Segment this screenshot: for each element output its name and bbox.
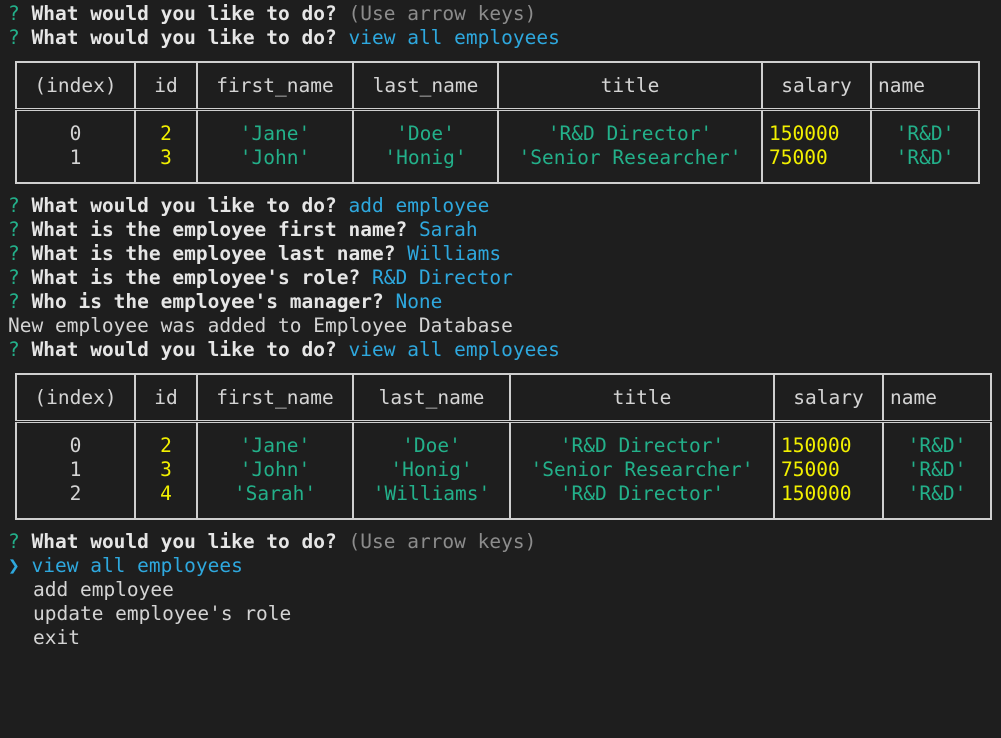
menu-option-label: view all employees [31,554,243,577]
prompt-text: What is the employee last name? [31,242,396,265]
question-mark: ? [8,26,20,49]
prompt-answer: Williams [407,242,502,265]
prompt-answer: Sarah [418,218,478,241]
col-header-salary: salary [761,62,871,111]
prompt-text: What would you like to do? [31,338,337,361]
prompt-hint: (Use arrow keys) [348,2,537,25]
prompt-text: What is the employee's role? [31,266,361,289]
first-name-cells: 'Jane' 'John' [196,109,353,183]
table-body: 0 1 2 2 3 4 'Jane' 'John' 'Sarah' 'Doe' … [16,421,991,519]
prompt-hint: (Use arrow keys) [348,530,537,553]
table-header-row: (index) id first_name last_name title sa… [16,374,991,423]
menu-option-exit[interactable]: exit [8,626,80,650]
question-mark: ? [8,194,20,217]
col-header-index: (index) [16,62,135,111]
col-header-id: id [134,62,197,111]
prompt-line: ? What would you like to do? (Use arrow … [8,2,536,26]
prompt-line: ? Who is the employee's manager? None [8,290,442,314]
index-cells: 0 1 [69,122,82,169]
prompt-text: What would you like to do? [31,2,337,25]
question-mark: ? [8,242,20,265]
col-header-name: name [882,374,991,423]
salary-cells: 150000 75000 150000 [773,421,883,519]
col-header-title: title [509,374,774,423]
salary-cells: 150000 75000 [761,109,871,183]
selection-pointer-icon: ❯ [8,554,20,577]
name-cells: 'R&D' 'R&D' [870,109,979,183]
name-cells: 'R&D' 'R&D' 'R&D' [882,421,991,519]
prompt-line: ? What would you like to do? view all em… [8,26,560,50]
table-header-row: (index) id first_name last_name title sa… [16,62,979,111]
menu-option-update-role[interactable]: update employee's role [8,602,291,626]
col-header-salary: salary [773,374,883,423]
last-name-cells: 'Doe' 'Honig' 'Williams' [352,421,510,519]
question-mark: ? [8,218,20,241]
prompt-answer: add employee [348,194,490,217]
prompt-answer: view all employees [348,26,560,49]
col-header-index: (index) [16,374,135,423]
prompt-text: What would you like to do? [31,26,337,49]
prompt-line: ? What is the employee last name? Willia… [8,242,501,266]
id-cells: 2 3 [134,109,197,183]
prompt-answer: view all employees [348,338,560,361]
table-body: 0 1 2 3 'Jane' 'John' 'Doe' 'Honig' 'R&D… [16,109,979,183]
col-header-last-name: last_name [352,62,498,111]
prompt-answer: None [395,290,443,313]
question-mark: ? [8,2,20,25]
col-header-name: name [870,62,979,111]
prompt-line: ? What would you like to do? add employe… [8,194,489,218]
employees-table: (index) id first_name last_name title sa… [15,61,980,184]
col-header-last-name: last_name [352,374,510,423]
prompt-text: What is the employee first name? [31,218,408,241]
title-cells: 'R&D Director' 'Senior Researcher' [497,109,762,183]
col-header-first-name: first_name [196,374,353,423]
col-header-title: title [497,62,762,111]
last-name-cells: 'Doe' 'Honig' [352,109,498,183]
question-mark: ? [8,266,20,289]
title-cells: 'R&D Director' 'Senior Researcher' 'R&D … [509,421,774,519]
status-message: New employee was added to Employee Datab… [8,314,513,337]
menu-option-add-employee[interactable]: add employee [8,578,174,602]
question-mark: ? [8,530,20,553]
prompt-text: Who is the employee's manager? [31,290,384,313]
prompt-text: What would you like to do? [31,530,337,553]
index-cells: 0 1 2 [69,434,82,505]
menu-option-view-all-employees[interactable]: ❯ view all employees [8,554,243,578]
prompt-line: ? What is the employee's role? R&D Direc… [8,266,513,290]
prompt-line: ? What would you like to do? view all em… [8,338,560,362]
col-header-id: id [134,374,197,423]
prompt-answer: R&D Director [371,266,513,289]
question-mark: ? [8,338,20,361]
prompt-line: ? What is the employee first name? Sarah [8,218,478,242]
col-header-first-name: first_name [196,62,353,111]
question-mark: ? [8,290,20,313]
employees-table: (index) id first_name last_name title sa… [15,373,992,520]
prompt-line: ? What would you like to do? (Use arrow … [8,530,536,554]
first-name-cells: 'Jane' 'John' 'Sarah' [196,421,353,519]
terminal-window: ? What would you like to do? (Use arrow … [0,0,1001,738]
prompt-text: What would you like to do? [31,194,337,217]
id-cells: 2 3 4 [134,421,197,519]
